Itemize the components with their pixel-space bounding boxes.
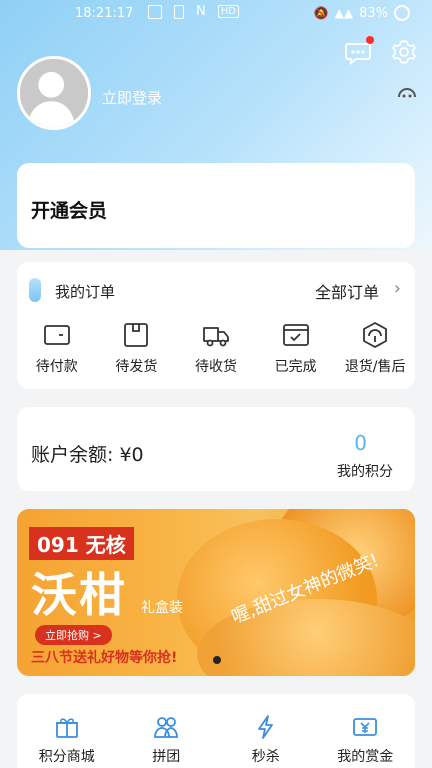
order-item-label: 待付款 (35, 359, 78, 375)
my-bounty-item[interactable]: 我的赏金 (320, 714, 410, 766)
service-label: 秒杀 (251, 749, 280, 765)
default-avatar-icon (20, 59, 88, 127)
lightning-icon (257, 715, 273, 739)
nfc-icon: N (196, 4, 206, 19)
account-card: 账户余额: ¥0 0 我的积分 (17, 407, 415, 491)
order-item-label: 已完成 (274, 359, 317, 375)
image-icon (148, 4, 162, 19)
promo-banner[interactable]: 091 无核 沃柑 礼盒装 立即抢购 > 三八节送礼好物等你抢! 喔,甜过女神的… (17, 509, 415, 676)
smile-face-icon (398, 88, 416, 98)
services-row: 积分商城 拼团 秒杀 我的赏金 (17, 714, 415, 766)
signal-icon: ▲▲ (334, 6, 354, 20)
battery-icon (394, 5, 410, 21)
avatar[interactable] (17, 56, 91, 130)
status-right: 🔕 ▲▲ 83% (314, 5, 410, 21)
hd-icon: HD (217, 5, 239, 18)
order-item-pending-receipt[interactable]: 待收货 (179, 320, 253, 376)
order-item-completed[interactable]: 已完成 (259, 320, 333, 376)
banner-promo-text: 三八节送礼好物等你抢! (31, 650, 178, 666)
chevron-right-icon[interactable]: › (394, 278, 401, 299)
truck-icon (203, 327, 229, 347)
money-icon (353, 718, 378, 736)
vip-title: 开通会员 (31, 200, 108, 222)
order-item-label: 待收货 (194, 359, 237, 375)
mute-icon: 🔕 (313, 6, 329, 20)
login-link[interactable]: 立即登录 (102, 87, 162, 108)
order-item-pending-shipment[interactable]: 待发货 (99, 320, 173, 376)
chat-icon[interactable] (344, 36, 374, 66)
banner-title: 沃柑 (31, 568, 127, 622)
status-bar: 18:21:17 N HD 🔕 ▲▲ 83% (0, 0, 432, 30)
check-card-icon (282, 324, 309, 346)
all-orders-link[interactable]: 全部订单 (315, 279, 379, 303)
service-label: 我的赏金 (337, 749, 394, 765)
points-label[interactable]: 我的积分 (337, 461, 393, 481)
service-label: 拼团 (152, 749, 181, 765)
group-buy-item[interactable]: 拼团 (121, 714, 211, 766)
carousel-indicator (213, 656, 221, 664)
banner-buy-button[interactable]: 立即抢购 > (35, 625, 112, 645)
points-value[interactable]: 0 (354, 431, 367, 455)
order-item-label: 待发货 (115, 359, 158, 375)
status-time: 18:21:17 (75, 6, 134, 21)
order-status-row: 待付款 待发货 待收货 已完成 退货/售后 (17, 320, 415, 376)
order-item-pending-payment[interactable]: 待付款 (20, 320, 94, 376)
top-icons (344, 36, 418, 66)
orders-card: 我的订单 全部订单 › 待付款 待发货 待收货 已完成 退货/售后 (17, 262, 415, 389)
orders-title: 我的订单 (55, 283, 116, 301)
group-icon (154, 717, 179, 738)
wallet-icon (43, 325, 70, 345)
vip-card[interactable]: 开通会员 (17, 163, 415, 248)
account-balance: 账户余额: ¥0 (31, 444, 144, 466)
order-item-after-sales[interactable]: 退货/售后 (338, 320, 412, 376)
points-mall-item[interactable]: 积分商城 (22, 714, 112, 766)
flash-sale-item[interactable]: 秒杀 (221, 714, 311, 766)
notification-dot (366, 36, 374, 44)
services-card: 积分商城 拼团 秒杀 我的赏金 (17, 694, 415, 768)
orders-accent-pill (29, 278, 41, 302)
return-icon (363, 322, 388, 348)
settings-gear-icon (392, 40, 416, 64)
order-item-label: 退货/售后 (344, 359, 406, 375)
phone-icon (174, 4, 184, 19)
banner-subtitle: 礼盒装 (141, 600, 183, 616)
gear-icon[interactable] (390, 38, 418, 66)
banner-tag: 091 无核 (29, 527, 134, 560)
box-icon (124, 323, 149, 347)
status-icons: N HD (148, 4, 239, 19)
gift-icon (55, 718, 78, 738)
face-icon[interactable] (396, 83, 418, 105)
battery-text: 83% (359, 5, 388, 21)
service-label: 积分商城 (38, 749, 95, 765)
